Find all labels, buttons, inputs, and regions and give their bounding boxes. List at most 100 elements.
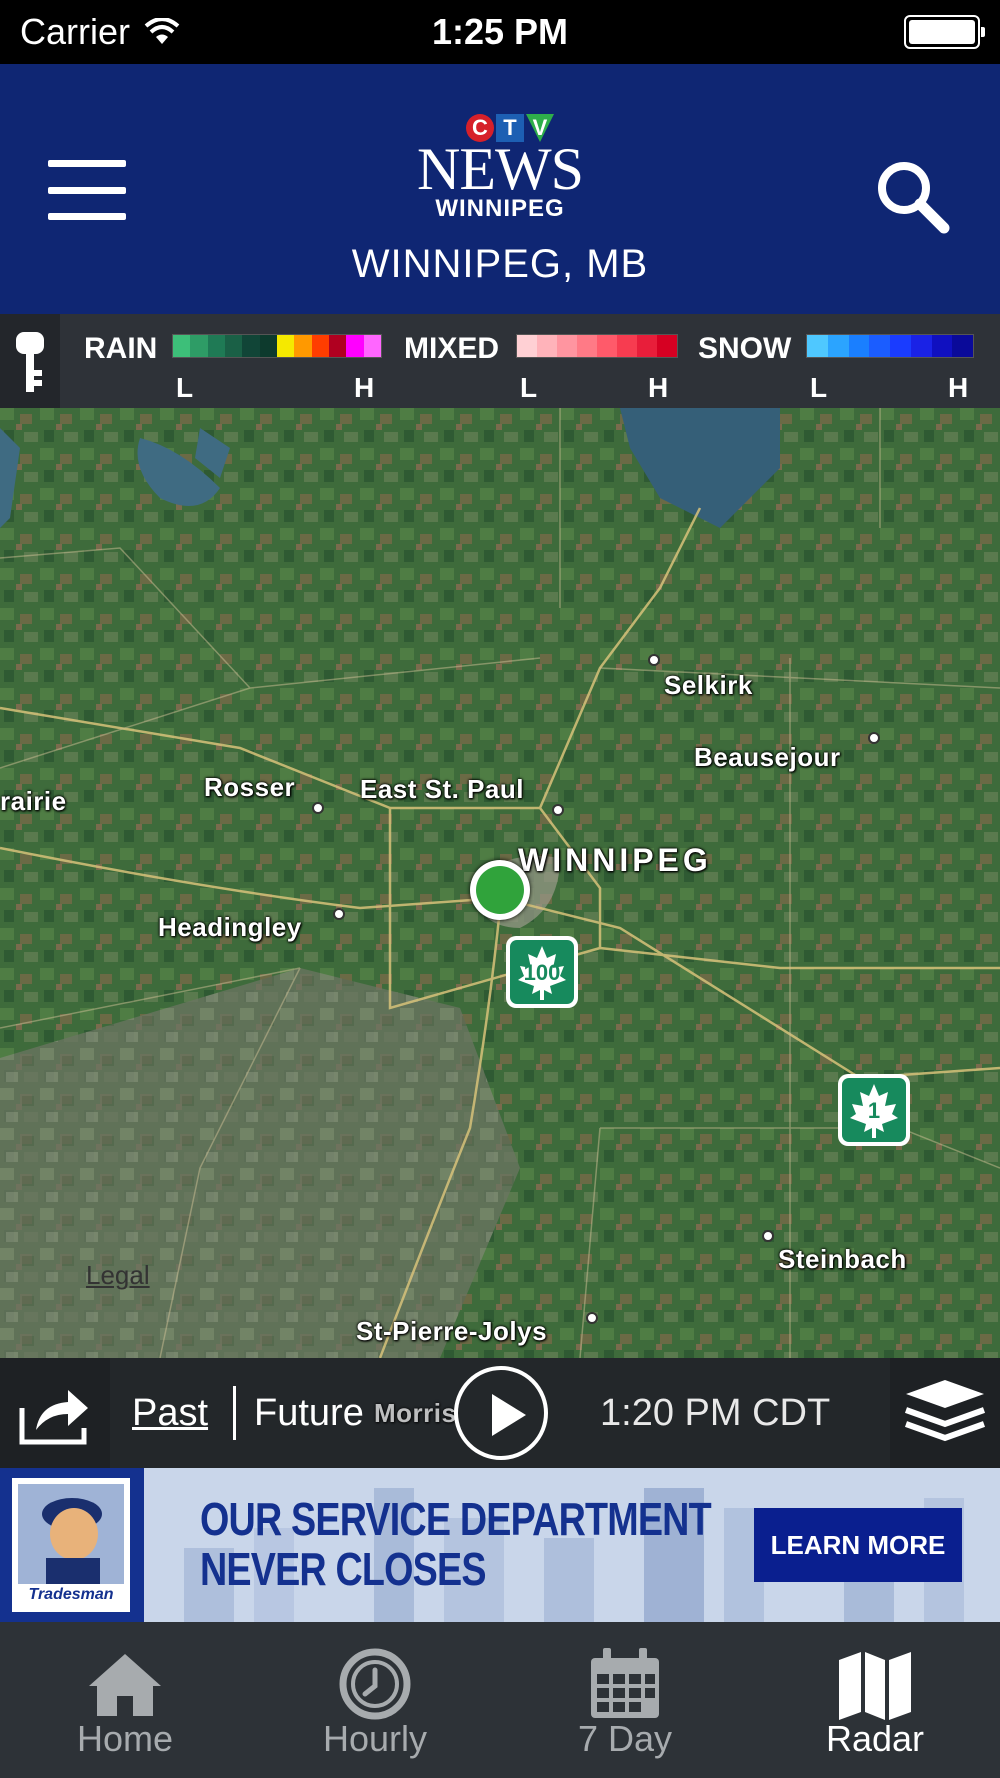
ad-headline: OUR SERVICE DEPARTMENT NEVER CLOSES <box>200 1493 712 1595</box>
ad-banner[interactable]: Tradesman OUR SERVICE DEPARTMENT NEVER C… <box>0 1468 1000 1622</box>
future-tab[interactable]: Future <box>254 1392 364 1435</box>
rain-scale-swatch <box>259 335 277 357</box>
bottom-tab-bar: Home Hourly 7 Day Radar <box>0 1622 1000 1778</box>
clock-icon <box>339 1648 411 1720</box>
tab-separator <box>233 1386 236 1440</box>
share-button[interactable] <box>0 1358 110 1468</box>
map-icon <box>839 1652 911 1720</box>
tab-home[interactable]: Home <box>0 1622 250 1778</box>
rain-scale-swatch <box>224 335 243 357</box>
calendar-icon <box>591 1648 659 1718</box>
layers-icon <box>904 1380 986 1442</box>
mixed-scale-swatch <box>637 335 657 357</box>
legend-mixed-scale <box>516 334 678 358</box>
share-icon <box>19 1390 88 1445</box>
tab-hourly[interactable]: Hourly <box>250 1622 500 1778</box>
menu-button[interactable] <box>48 160 126 220</box>
place-east-st-paul: East St. Paul <box>360 774 524 804</box>
mixed-scale-swatch <box>597 335 617 357</box>
place-beausejour: Beausejour <box>694 742 841 772</box>
app-header: C T V NEWS WINNIPEG WINNIPEG, MB <box>0 64 1000 314</box>
legend-snow-label: SNOW <box>698 332 792 365</box>
st-pierre-jolys-dot <box>586 1312 598 1324</box>
past-tab[interactable]: Past <box>132 1392 208 1435</box>
mixed-scale-swatch <box>537 335 557 357</box>
snow-scale-swatch <box>952 335 973 357</box>
rain-scale-swatch <box>311 335 329 357</box>
snow-scale-swatch <box>869 335 890 357</box>
rain-scale-swatch <box>207 335 225 357</box>
tab-7-day-label: 7 Day <box>577 1718 673 1759</box>
mixed-scale-swatch <box>617 335 637 357</box>
status-bar: Carrier 1:25 PM <box>0 0 1000 64</box>
tab-7-day[interactable]: 7 Day <box>500 1622 750 1778</box>
radar-map[interactable]: Selkirk Beausejour Rosser East St. Paul … <box>0 408 1000 1358</box>
ad-learn-more-button[interactable]: LEARN MORE <box>754 1508 962 1582</box>
search-button[interactable] <box>872 156 952 236</box>
mixed-scale-swatch <box>577 335 597 357</box>
logo-news-text: NEWS <box>417 136 584 202</box>
place-morris: Morris <box>374 1398 457 1428</box>
legend-mixed-low: L <box>520 372 538 403</box>
current-location-marker[interactable] <box>470 860 530 920</box>
legend-snow-low: L <box>810 372 828 403</box>
hamburger-icon <box>48 160 126 167</box>
east-st-paul-dot <box>552 804 564 816</box>
place-winnipeg: WINNIPEG <box>518 842 712 878</box>
tradesman-mascot-icon <box>18 1484 124 1584</box>
legend-rain-label: RAIN <box>84 332 158 365</box>
rain-scale-swatch <box>346 335 364 357</box>
legal-link[interactable]: Legal <box>86 1260 150 1291</box>
legend-mixed-high: H <box>648 372 669 403</box>
tab-radar-label: Radar <box>825 1718 925 1759</box>
radar-playback-bar: Past Future Morris 1:20 PM CDT <box>0 1358 1000 1468</box>
tab-radar[interactable]: Radar <box>750 1622 1000 1778</box>
ad-brand-name: Tradesman <box>28 1586 114 1603</box>
battery-icon <box>904 15 985 49</box>
play-icon <box>492 1394 526 1436</box>
place-rosser: Rosser <box>204 772 296 802</box>
place-st-pierre-jolys: St-Pierre-Jolys <box>356 1316 548 1346</box>
place-headingley: Headingley <box>158 912 302 942</box>
ad-headline-line-2: NEVER CLOSES <box>200 1543 487 1595</box>
selkirk-dot <box>648 654 660 666</box>
mixed-scale-swatch <box>557 335 577 357</box>
location-title: WINNIPEG, MB <box>351 242 649 286</box>
mixed-scale-swatch <box>517 335 537 357</box>
key-icon <box>16 332 44 392</box>
place-steinbach: Steinbach <box>778 1244 907 1274</box>
carrier-label: Carrier <box>20 11 131 52</box>
steinbach-dot <box>762 1230 774 1242</box>
rosser-dot <box>312 802 324 814</box>
rain-scale-swatch <box>190 335 208 357</box>
legend-rain-scale <box>172 334 382 358</box>
ad-headline-line-1: OUR SERVICE DEPARTMENT <box>200 1493 712 1545</box>
place-selkirk: Selkirk <box>664 670 753 700</box>
legend-mixed-label: MIXED <box>404 332 500 365</box>
rain-scale-swatch <box>276 335 295 357</box>
layers-button[interactable] <box>890 1358 1000 1468</box>
play-button[interactable] <box>454 1366 548 1460</box>
rain-scale-swatch <box>173 335 191 357</box>
snow-scale-swatch <box>931 335 953 357</box>
highway-1-shield: 1 <box>838 1074 910 1146</box>
tab-hourly-label: Hourly <box>322 1718 428 1759</box>
mixed-scale-swatch <box>657 335 677 357</box>
highway-100-shield: 100 <box>506 936 578 1008</box>
carrier-info: Carrier <box>20 11 180 53</box>
snow-scale-swatch <box>827 335 849 357</box>
snow-scale-swatch <box>807 335 828 357</box>
place-prairie: rairie <box>0 786 67 816</box>
ad-brand-logo: Tradesman <box>0 1468 144 1622</box>
legend-key-button[interactable] <box>0 314 60 408</box>
highway-100-number: 100 <box>523 960 561 985</box>
rain-scale-swatch <box>294 335 312 357</box>
search-icon <box>878 162 950 234</box>
rain-scale-swatch <box>363 335 381 357</box>
precipitation-legend: RAIN L H MIXED L H SNOW L H <box>0 314 1000 408</box>
highway-1-number: 1 <box>867 1098 881 1123</box>
rain-scale-swatch <box>328 335 347 357</box>
snow-scale-swatch <box>910 335 932 357</box>
legend-snow-scale <box>806 334 974 358</box>
legend-rain-low: L <box>176 372 194 403</box>
